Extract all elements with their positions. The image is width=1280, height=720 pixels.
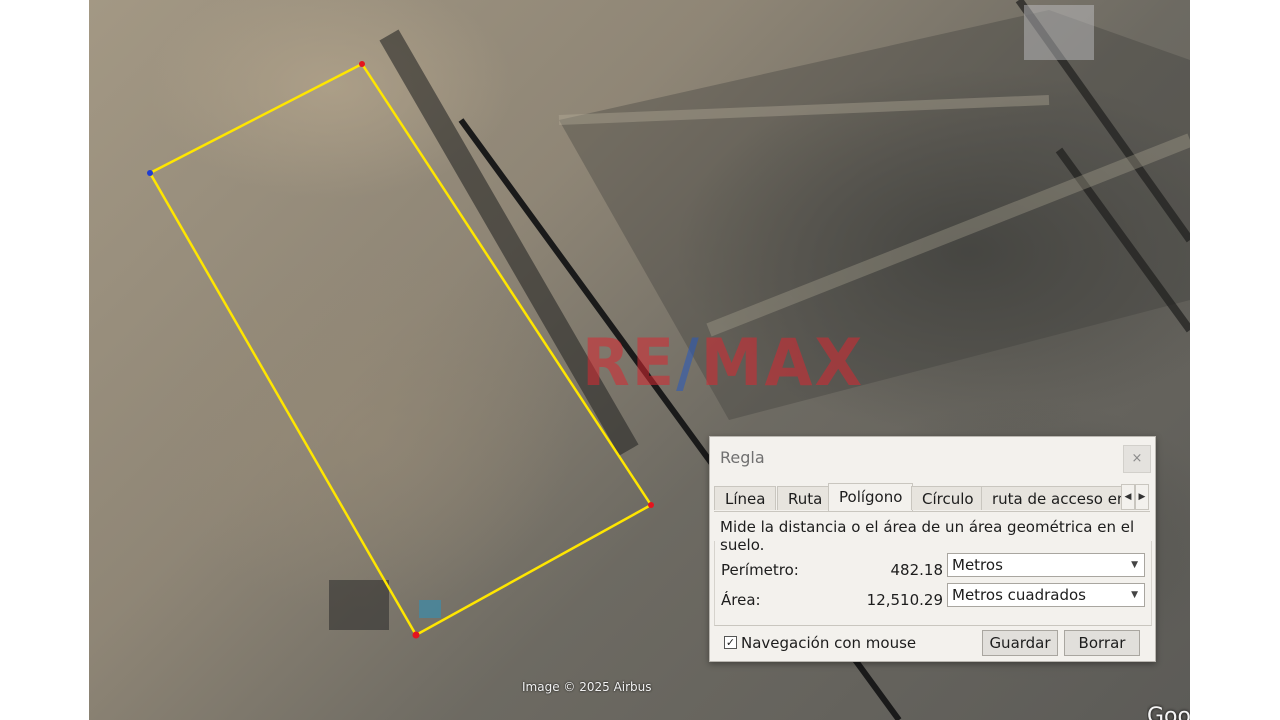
tab-path[interactable]: Ruta	[777, 486, 834, 510]
remax-watermark: RE/MAX	[582, 324, 865, 401]
area-unit-select[interactable]: Metros cuadrados ▼	[947, 583, 1145, 607]
dialog-title: Regla	[720, 448, 765, 467]
area-label: Área:	[721, 591, 761, 609]
perimeter-value: 482.18	[890, 561, 944, 579]
vertex-marker[interactable]	[359, 61, 365, 67]
tab-line[interactable]: Línea	[714, 486, 777, 510]
ruler-dialog: Regla × Línea Ruta Polígono Círculo ruta…	[709, 436, 1156, 662]
close-button[interactable]: ×	[1123, 445, 1151, 473]
tab-circle[interactable]: Círculo	[911, 486, 985, 510]
tab-scroll-left-icon[interactable]: ◀	[1121, 484, 1135, 510]
tab-3d-path[interactable]: ruta de acceso en 3D	[981, 486, 1131, 510]
vertex-marker[interactable]	[648, 502, 654, 508]
vertex-marker[interactable]	[412, 631, 420, 639]
mouse-navigation-label: Navegación con mouse	[741, 634, 917, 652]
chevron-down-icon: ▼	[1131, 590, 1138, 600]
mouse-navigation-checkbox[interactable]: ✓	[724, 636, 737, 649]
measurement-tabs: Línea Ruta Polígono Círculo ruta de acce…	[714, 483, 1150, 512]
save-button[interactable]: Guardar	[982, 630, 1058, 656]
clear-button[interactable]: Borrar	[1064, 630, 1140, 656]
google-earth-logo: Google Earth	[1147, 704, 1190, 720]
polygon-outline[interactable]	[148, 62, 653, 637]
chevron-down-icon: ▼	[1131, 560, 1138, 570]
perimeter-unit-value: Metros	[952, 556, 1003, 574]
area-unit-value: Metros cuadrados	[952, 586, 1086, 604]
perimeter-label: Perímetro:	[721, 561, 799, 579]
tab-polygon[interactable]: Polígono	[828, 483, 914, 511]
measurement-panel: Perímetro: 482.18 Metros ▼ Área: 12,510.…	[714, 541, 1152, 626]
area-value: 12,510.29	[866, 591, 943, 609]
checkmark-icon: ✓	[725, 636, 736, 649]
image-attribution: Image © 2025 Airbus	[522, 680, 652, 694]
vertex-marker-start[interactable]	[147, 170, 153, 176]
tab-scroll-right-icon[interactable]: ▶	[1135, 484, 1149, 510]
perimeter-unit-select[interactable]: Metros ▼	[947, 553, 1145, 577]
